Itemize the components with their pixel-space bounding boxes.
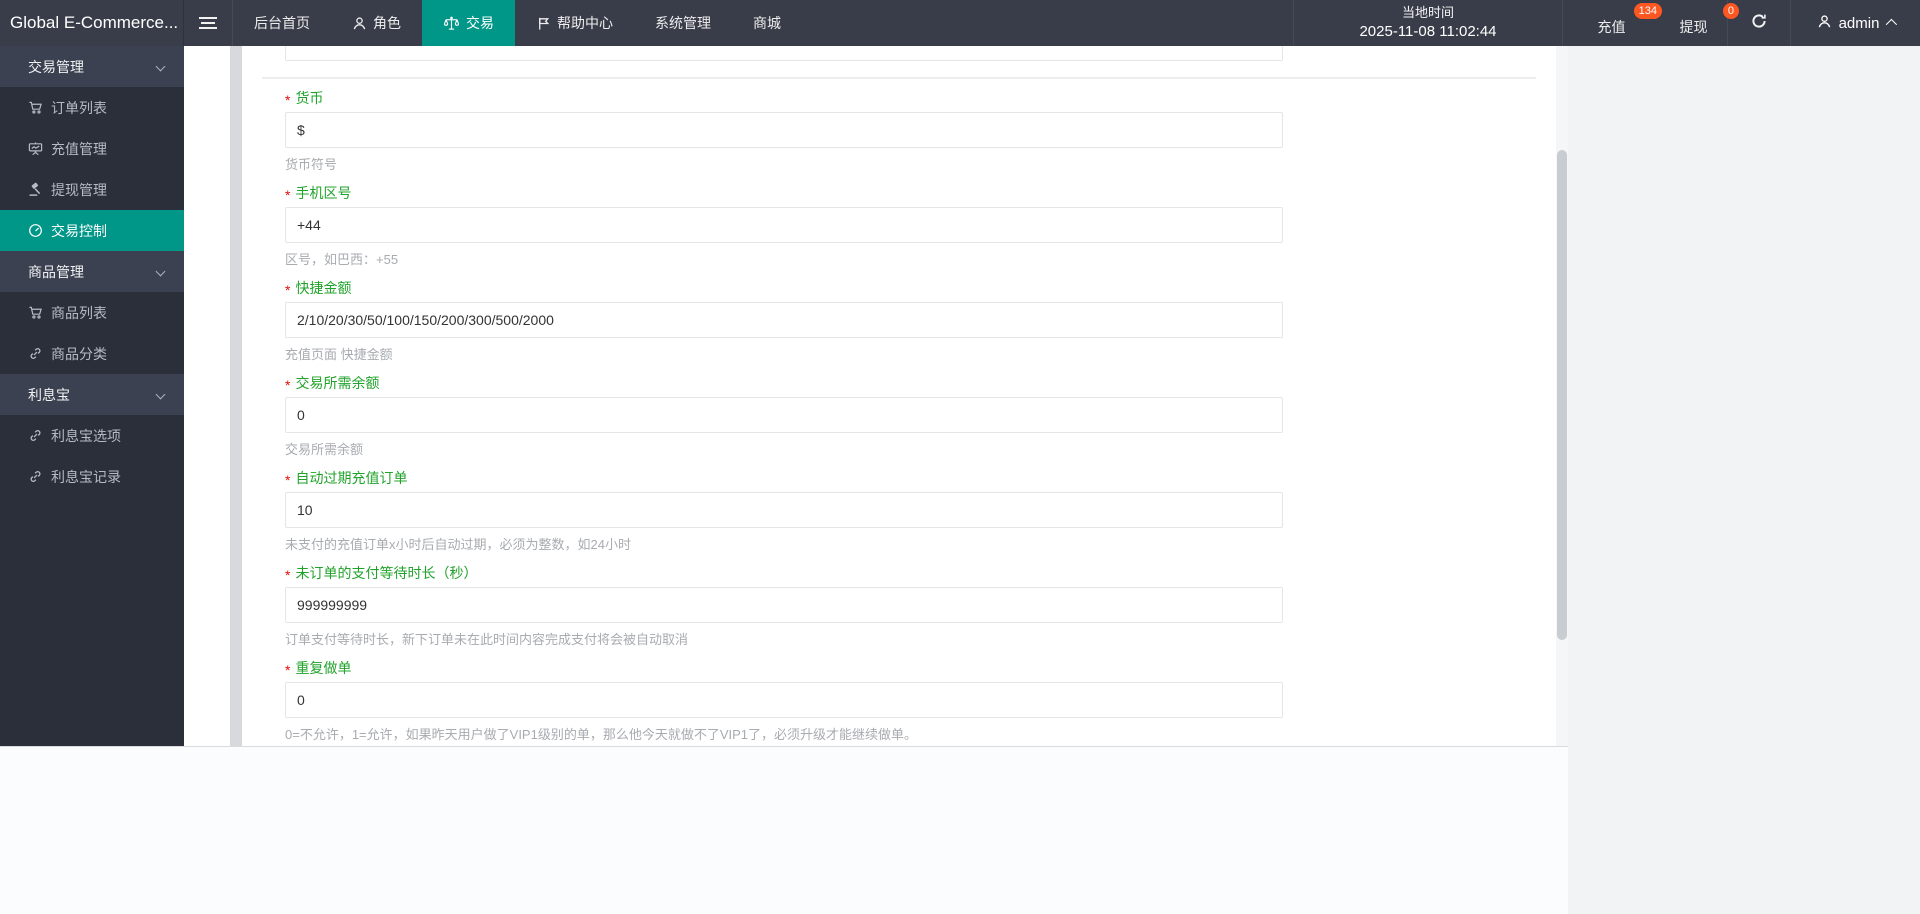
chevron-up-icon	[1886, 18, 1898, 31]
required-asterisk: *	[285, 376, 291, 393]
required-asterisk: *	[285, 471, 291, 488]
top-nav: 后台首页 角色 交易 帮助中心 系统管理 商城	[233, 0, 802, 46]
gauge-icon	[28, 223, 43, 238]
sidebar-item-trade-control[interactable]: 交易控制	[0, 210, 184, 251]
sidebar-group-trade-management[interactable]: 交易管理	[0, 46, 184, 87]
link-icon	[28, 428, 43, 443]
field-currency: *货币 货币符号	[285, 88, 1283, 172]
field-hint: 交易所需余额	[285, 442, 364, 457]
sidebar-item-interest-records[interactable]: 利息宝记录	[0, 456, 184, 497]
sidebar-item-withdraw-management[interactable]: 提现管理	[0, 169, 184, 210]
field-label: 自动过期充值订单	[295, 469, 408, 486]
recharge-badge: 134	[1633, 3, 1662, 19]
field-quick-amounts: *快捷金额 充值页面 快捷金额	[285, 278, 1283, 362]
section-divider	[262, 77, 1536, 79]
field-repeat-order: *重复做单 0=不允许，1=允许，如果昨天用户做了VIP1级别的单，那么他今天就…	[285, 658, 1283, 742]
sidebar-item-interest-options[interactable]: 利息宝选项	[0, 415, 184, 456]
sidebar-item-product-category[interactable]: 商品分类	[0, 333, 184, 374]
chevron-down-icon	[155, 389, 166, 400]
required-asterisk: *	[285, 91, 291, 108]
field-payment-wait-time: *未订单的支付等待时长（秒） 订单支付等待时长，新下订单未在此时间内容完成支付将…	[285, 563, 1283, 647]
auto-expire-orders-input[interactable]	[285, 492, 1283, 528]
nav-item-mall[interactable]: 商城	[732, 0, 802, 46]
required-asterisk: *	[285, 281, 291, 298]
field-required-balance: *交易所需余额 交易所需余额	[285, 373, 1283, 457]
nav-item-roles[interactable]: 角色	[331, 0, 422, 46]
user-icon	[1817, 14, 1832, 33]
sidebar-item-recharge-management[interactable]: 充值管理	[0, 128, 184, 169]
field-label: 手机区号	[295, 184, 352, 201]
field-label: 重复做单	[295, 659, 352, 676]
field-label: 快捷金额	[295, 279, 352, 296]
inner-scrollbar-left[interactable]	[230, 46, 242, 746]
user-icon	[352, 16, 367, 31]
sidebar-item-product-list[interactable]: 商品列表	[0, 292, 184, 333]
field-hint: 订单支付等待时长，新下订单未在此时间内容完成支付将会被自动取消	[285, 632, 689, 647]
chevron-down-icon	[155, 61, 166, 72]
field-hint: 0=不允许，1=允许，如果昨天用户做了VIP1级别的单，那么他今天就做不了VIP…	[285, 727, 918, 742]
field-phone-area-code: *手机区号 区号，如巴西：+55	[285, 183, 1283, 267]
nav-item-trade[interactable]: 交易	[422, 0, 515, 46]
chevron-down-icon	[155, 266, 166, 277]
phone-area-code-input[interactable]	[285, 207, 1283, 243]
local-time: 当地时间 2025-11-08 11:02:44	[1293, 0, 1563, 46]
field-label: 未订单的支付等待时长（秒）	[295, 564, 478, 581]
gavel-icon	[28, 182, 43, 197]
flag-icon	[536, 16, 551, 31]
field-label: 交易所需余额	[295, 374, 380, 391]
app-logo: Global E-Commerce...	[0, 0, 184, 46]
required-asterisk: *	[285, 566, 291, 583]
user-menu[interactable]: admin	[1790, 0, 1920, 46]
hamburger-menu-icon[interactable]	[184, 0, 233, 46]
local-time-label: 当地时间	[1401, 5, 1454, 21]
main-content: *货币 货币符号 *手机区号 区号，如巴西：+55 *快捷金额 充值页面 快捷金…	[184, 46, 1568, 746]
link-icon	[28, 346, 43, 361]
field-auto-expire-orders: *自动过期充值订单 未支付的充值订单x小时后自动过期，必须为整数，如24小时	[285, 468, 1283, 552]
currency-input[interactable]	[285, 112, 1283, 148]
top-header: Global E-Commerce... 后台首页 角色 交易 帮助中心 系统管…	[0, 0, 1920, 46]
withdraw-badge: 0	[1722, 3, 1739, 19]
refresh-icon	[1750, 12, 1768, 35]
field-label: 货币	[295, 89, 324, 106]
scrollbar-thumb[interactable]	[1557, 150, 1567, 640]
trade-control-form: *货币 货币符号 *手机区号 区号，如巴西：+55 *快捷金额 充值页面 快捷金…	[285, 88, 1283, 746]
local-time-value: 2025-11-08 11:02:44	[1359, 22, 1497, 40]
partial-input-top[interactable]	[285, 46, 1283, 61]
sidebar-group-product-management[interactable]: 商品管理	[0, 251, 184, 292]
sidebar-group-interest-treasure[interactable]: 利息宝	[0, 374, 184, 415]
withdraw-button[interactable]: 提现 0	[1660, 0, 1739, 46]
chart-board-icon	[28, 141, 43, 156]
cart-icon	[28, 305, 43, 320]
header-right-cluster: 当地时间 2025-11-08 11:02:44 充值 134 提现 0 adm…	[1293, 0, 1920, 46]
scales-icon	[443, 16, 460, 31]
bottom-area	[0, 746, 1568, 914]
required-asterisk: *	[285, 661, 291, 678]
field-hint: 货币符号	[285, 157, 338, 172]
field-hint: 未支付的充值订单x小时后自动过期，必须为整数，如24小时	[285, 537, 631, 552]
sidebar: 交易管理 订单列表 充值管理 提现管理 交易控制 商品管理 商品列表 商品分类 …	[0, 46, 184, 746]
field-hint: 充值页面 快捷金额	[285, 347, 393, 362]
nav-item-dashboard[interactable]: 后台首页	[233, 0, 331, 46]
sidebar-item-order-list[interactable]: 订单列表	[0, 87, 184, 128]
nav-item-help-center[interactable]: 帮助中心	[515, 0, 634, 46]
right-area	[1568, 46, 1920, 914]
field-hint: 区号，如巴西：+55	[285, 252, 399, 267]
required-balance-input[interactable]	[285, 397, 1283, 433]
user-name: admin	[1838, 14, 1880, 32]
recharge-button[interactable]: 充值 134	[1563, 0, 1662, 46]
payment-wait-time-input[interactable]	[285, 587, 1283, 623]
required-asterisk: *	[285, 186, 291, 203]
nav-item-system[interactable]: 系统管理	[634, 0, 732, 46]
quick-amounts-input[interactable]	[285, 302, 1283, 338]
link-icon	[28, 469, 43, 484]
scrollbar-track[interactable]	[1556, 46, 1568, 746]
cart-icon	[28, 100, 43, 115]
repeat-order-input[interactable]	[285, 682, 1283, 718]
